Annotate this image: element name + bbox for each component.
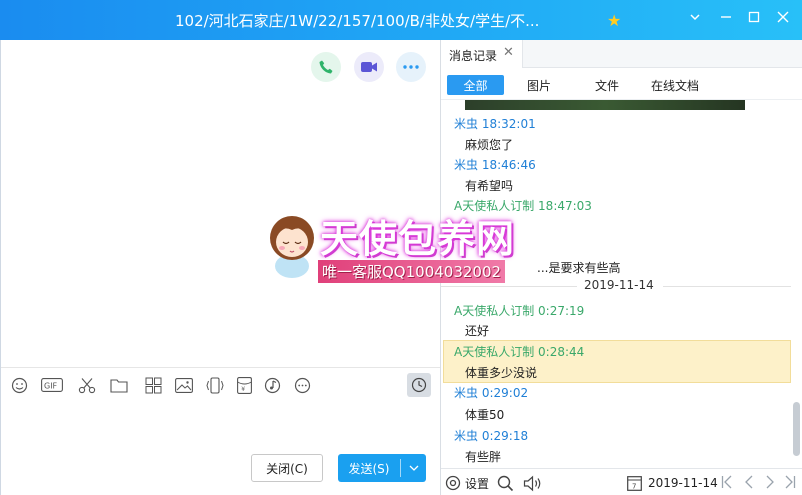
phone-icon bbox=[319, 60, 333, 74]
message-header: 米虫 0:29:18 bbox=[454, 429, 529, 443]
filter-files[interactable]: 文件 bbox=[587, 75, 627, 95]
clock-icon bbox=[411, 377, 427, 393]
search-icon[interactable] bbox=[497, 474, 514, 492]
more-icon bbox=[403, 65, 419, 69]
shake-window-icon[interactable] bbox=[205, 376, 225, 394]
last-page-icon[interactable] bbox=[781, 473, 799, 491]
red-packet-icon[interactable]: ¥ bbox=[234, 376, 254, 394]
history-date[interactable]: 2019-11-14 bbox=[648, 474, 718, 492]
window-title: 102/河北石家庄/1W/22/157/100/B/非处女/学生/不... bbox=[175, 12, 540, 30]
send-options-chevron-icon[interactable] bbox=[404, 454, 424, 482]
message-header: 米虫 18:46:46 bbox=[454, 158, 536, 172]
message-text: 体重50 bbox=[465, 408, 505, 422]
message-header: 米虫 0:29:02 bbox=[454, 386, 529, 400]
message-text: 有希望吗 bbox=[465, 179, 514, 193]
image-icon[interactable] bbox=[174, 376, 194, 394]
video-call-button[interactable] bbox=[354, 52, 384, 82]
close-tab-icon[interactable]: ✕ bbox=[503, 45, 514, 60]
settings-button[interactable]: 设置 bbox=[445, 474, 489, 492]
title-bar: 102/河北石家庄/1W/22/157/100/B/非处女/学生/不... ★ bbox=[0, 0, 802, 40]
message-header: A天使私人订制 18:47:03 bbox=[454, 199, 592, 213]
date-separator: 2019-11-14 bbox=[441, 278, 791, 294]
svg-text:GIF: GIF bbox=[44, 382, 58, 391]
tab-label: 消息记录 bbox=[449, 49, 498, 63]
history-footer: 设置 7 2019-11-14 bbox=[441, 468, 802, 495]
input-toolbar: GIF ¥ bbox=[1, 367, 441, 401]
message-text: ...是要求有些高 bbox=[537, 261, 621, 275]
settings-label: 设置 bbox=[465, 476, 490, 491]
screenshot-grid-icon[interactable] bbox=[143, 376, 163, 394]
star-icon[interactable]: ★ bbox=[607, 11, 621, 30]
previous-page-icon[interactable] bbox=[740, 473, 758, 491]
filter-online-docs[interactable]: 在线文档 bbox=[645, 75, 705, 95]
history-tab-bar: 消息记录 ✕ bbox=[441, 40, 802, 68]
history-scrollbar[interactable] bbox=[792, 100, 801, 466]
chevron-down-icon[interactable] bbox=[684, 8, 706, 30]
message-header: 米虫 18:32:01 bbox=[454, 117, 536, 131]
message-history-button[interactable] bbox=[407, 373, 431, 397]
more-options-button[interactable] bbox=[396, 52, 426, 82]
emoji-icon[interactable] bbox=[9, 376, 29, 394]
image-thumbnail[interactable] bbox=[465, 100, 745, 110]
message-header: A天使私人订制 0:28:44 bbox=[454, 345, 585, 359]
calendar-icon[interactable]: 7 bbox=[627, 474, 642, 492]
history-panel: 消息记录 ✕ 全部 图片 文件 在线文档 米虫 18:32:01 麻烦您了 米虫… bbox=[440, 40, 802, 495]
message-text: 麻烦您了 bbox=[465, 138, 514, 152]
message-text: 体重多少没说 bbox=[465, 366, 538, 380]
more-tools-icon[interactable] bbox=[292, 376, 312, 394]
speaker-icon[interactable] bbox=[523, 474, 545, 492]
separator-line bbox=[663, 286, 791, 287]
close-button[interactable]: 关闭(C) bbox=[251, 454, 323, 482]
send-label: 发送(S) bbox=[348, 461, 390, 476]
tab-message-history[interactable]: 消息记录 ✕ bbox=[441, 40, 523, 68]
chat-pane: GIF ¥ 关闭(C) 发送(S) bbox=[0, 40, 441, 495]
svg-text:7: 7 bbox=[632, 483, 636, 491]
message-text: 还好 bbox=[465, 324, 490, 338]
minimize-button[interactable] bbox=[715, 8, 737, 30]
maximize-button[interactable] bbox=[743, 8, 765, 30]
history-filters: 全部 图片 文件 在线文档 bbox=[441, 68, 802, 100]
first-page-icon[interactable] bbox=[718, 473, 736, 491]
close-window-button[interactable] bbox=[772, 8, 794, 30]
message-list: 米虫 18:32:01 麻烦您了 米虫 18:46:46 有希望吗 A天使私人订… bbox=[441, 100, 802, 466]
music-icon[interactable] bbox=[262, 376, 282, 394]
filter-all[interactable]: 全部 bbox=[447, 75, 504, 95]
send-divider bbox=[400, 459, 401, 477]
separator-date: 2019-11-14 bbox=[584, 278, 654, 292]
message-header: A天使私人订制 0:27:19 bbox=[454, 304, 585, 318]
voice-call-button[interactable] bbox=[311, 52, 341, 82]
separator-line bbox=[441, 286, 577, 287]
message-text: 有些胖 bbox=[465, 450, 502, 464]
video-icon bbox=[361, 62, 377, 72]
gif-icon[interactable]: GIF bbox=[40, 376, 64, 394]
filter-images[interactable]: 图片 bbox=[519, 75, 559, 95]
scrollbar-thumb[interactable] bbox=[793, 402, 800, 456]
next-page-icon[interactable] bbox=[761, 473, 779, 491]
folder-icon[interactable] bbox=[109, 376, 129, 394]
svg-text:¥: ¥ bbox=[241, 386, 245, 393]
gear-icon bbox=[445, 475, 461, 491]
send-button[interactable]: 发送(S) bbox=[338, 454, 426, 482]
scissors-icon[interactable] bbox=[77, 376, 97, 394]
